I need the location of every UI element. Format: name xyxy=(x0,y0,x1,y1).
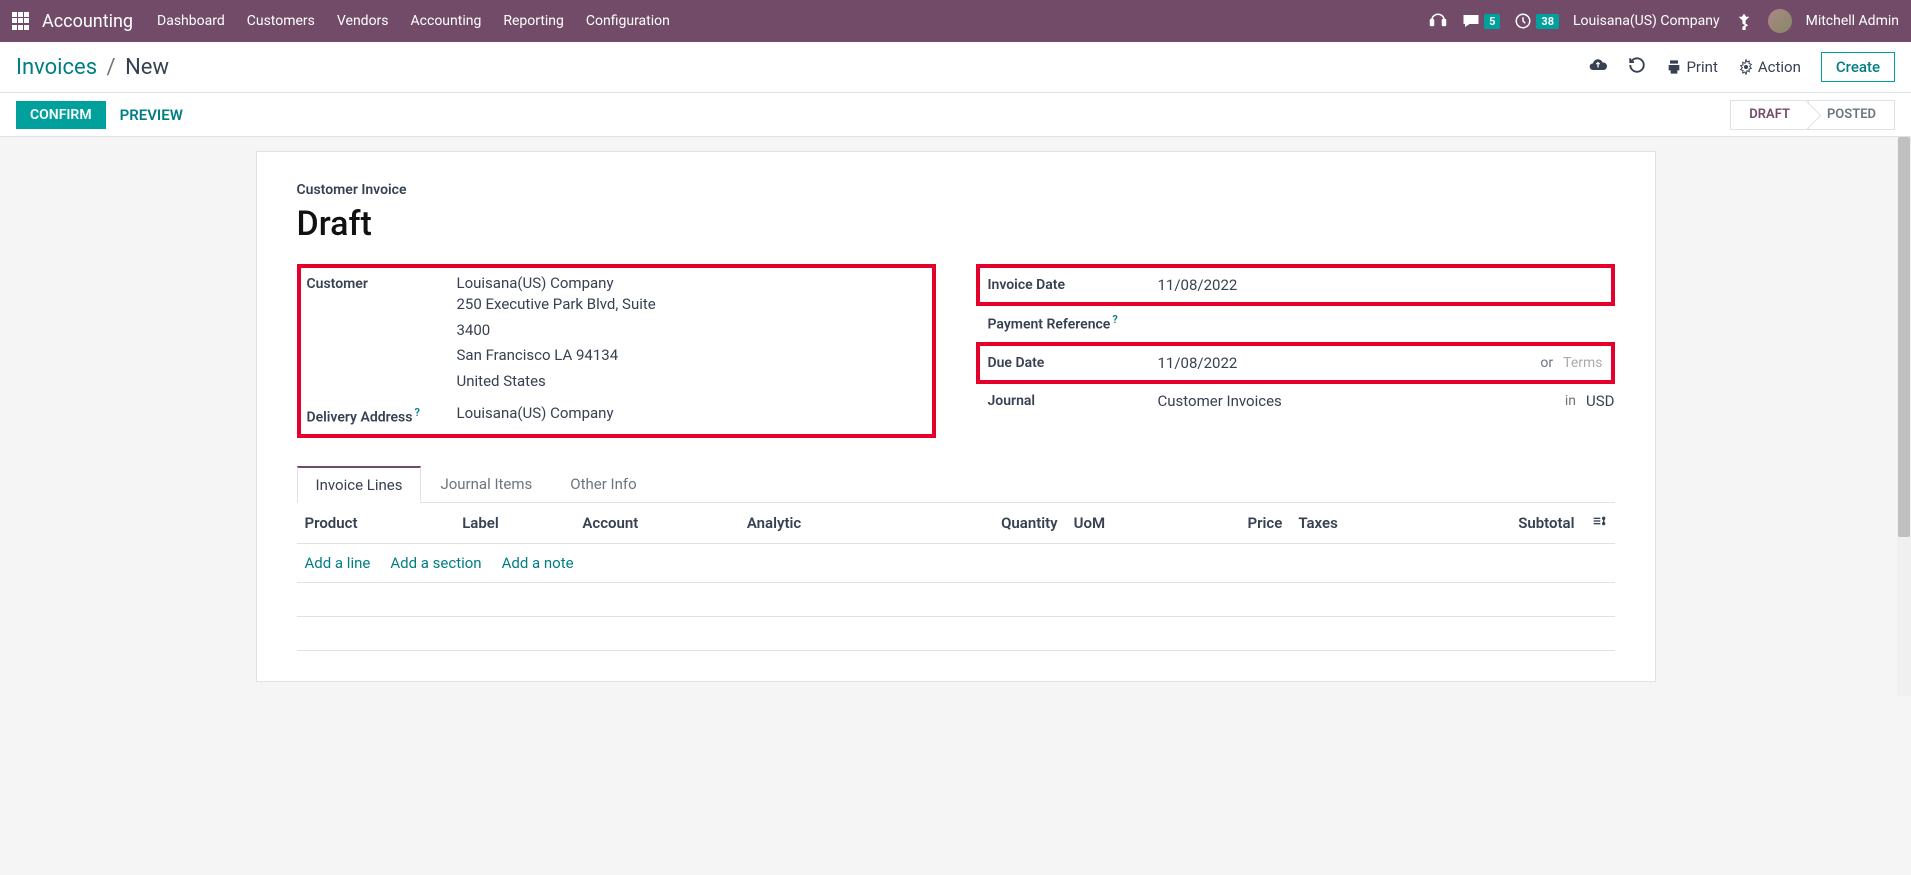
highlight-due-date: Due Date 11/08/2022 or Terms xyxy=(976,342,1615,384)
delivery-label: Delivery Address? xyxy=(307,404,457,426)
delivery-value[interactable]: Louisana(US) Company xyxy=(457,404,614,426)
cloud-upload-icon[interactable] xyxy=(1588,55,1608,79)
nav-reporting[interactable]: Reporting xyxy=(503,13,564,29)
vertical-scrollbar[interactable] xyxy=(1897,137,1911,696)
col-product[interactable]: Product xyxy=(297,503,455,544)
nav-dashboard[interactable]: Dashboard xyxy=(157,13,225,29)
help-icon[interactable]: ? xyxy=(1112,313,1117,326)
empty-row xyxy=(297,616,1615,650)
activities-button[interactable]: 38 xyxy=(1514,12,1559,30)
in-text: in xyxy=(1565,393,1576,409)
payment-ref-label: Payment Reference? xyxy=(988,313,1158,333)
journal-label: Journal xyxy=(988,393,1158,409)
tabs: Invoice Lines Journal Items Other Info xyxy=(297,466,1615,503)
col-price[interactable]: Price xyxy=(1174,503,1290,544)
statusbar: CONFIRM PREVIEW DRAFT POSTED xyxy=(0,93,1911,137)
nav-configuration[interactable]: Configuration xyxy=(586,13,670,29)
create-button[interactable]: Create xyxy=(1821,52,1895,82)
nav-vendors[interactable]: Vendors xyxy=(337,13,389,29)
discard-icon[interactable] xyxy=(1628,56,1646,78)
col-taxes[interactable]: Taxes xyxy=(1290,503,1417,544)
invoice-date-value[interactable]: 11/08/2022 xyxy=(1158,276,1238,294)
currency-value[interactable]: USD xyxy=(1586,392,1614,410)
tab-journal-items[interactable]: Journal Items xyxy=(421,466,551,503)
preview-button[interactable]: PREVIEW xyxy=(120,106,183,124)
main-navbar: Accounting Dashboard Customers Vendors A… xyxy=(0,0,1911,42)
or-text: or xyxy=(1540,355,1553,371)
control-panel: Invoices / New Print Action Create xyxy=(0,42,1911,93)
highlight-customer-block: Customer Louisana(US) Company 250 Execut… xyxy=(297,264,936,438)
highlight-invoice-date: Invoice Date 11/08/2022 xyxy=(976,264,1615,306)
voip-icon[interactable] xyxy=(1428,11,1448,31)
col-quantity[interactable]: Quantity xyxy=(900,503,1066,544)
col-analytic[interactable]: Analytic xyxy=(739,503,900,544)
customer-name[interactable]: Louisana(US) Company xyxy=(457,274,656,292)
journal-value[interactable]: Customer Invoices xyxy=(1158,392,1282,410)
breadcrumb-parent[interactable]: Invoices xyxy=(16,55,97,80)
form-view: Customer Invoice Draft Customer Louisana… xyxy=(0,137,1911,696)
col-label[interactable]: Label xyxy=(454,503,574,544)
help-icon[interactable]: ? xyxy=(414,406,419,419)
form-subtitle: Customer Invoice xyxy=(297,182,1615,198)
col-account[interactable]: Account xyxy=(574,503,738,544)
customer-addr-line4: United States xyxy=(457,369,656,395)
due-date-label: Due Date xyxy=(988,355,1158,371)
invoice-lines-table: Product Label Account Analytic Quantity … xyxy=(297,503,1615,651)
empty-row xyxy=(297,582,1615,616)
messaging-button[interactable]: 5 xyxy=(1462,12,1500,30)
nav-accounting[interactable]: Accounting xyxy=(411,13,482,29)
form-title: Draft xyxy=(297,204,1615,244)
col-subtotal[interactable]: Subtotal xyxy=(1417,503,1582,544)
due-date-value[interactable]: 11/08/2022 xyxy=(1158,354,1238,372)
add-line-link[interactable]: Add a line xyxy=(305,554,371,572)
user-avatar[interactable] xyxy=(1768,9,1792,33)
optional-columns-icon[interactable] xyxy=(1591,515,1607,533)
company-switcher[interactable]: Louisana(US) Company xyxy=(1573,13,1720,29)
print-button[interactable]: Print xyxy=(1666,58,1717,76)
user-name[interactable]: Mitchell Admin xyxy=(1806,13,1899,29)
tab-other-info[interactable]: Other Info xyxy=(551,466,655,503)
scroll-thumb[interactable] xyxy=(1898,137,1910,537)
status-draft[interactable]: DRAFT xyxy=(1730,100,1809,130)
messaging-badge: 5 xyxy=(1484,14,1500,29)
customer-label: Customer xyxy=(307,274,457,394)
app-brand[interactable]: Accounting xyxy=(42,11,133,32)
add-section-link[interactable]: Add a section xyxy=(390,554,481,572)
col-uom[interactable]: UoM xyxy=(1066,503,1175,544)
add-row: Add a line Add a section Add a note xyxy=(297,543,1615,582)
activities-badge: 38 xyxy=(1536,14,1559,29)
debug-icon[interactable] xyxy=(1734,11,1754,31)
tab-invoice-lines[interactable]: Invoice Lines xyxy=(297,466,422,503)
breadcrumb-current: New xyxy=(125,55,169,80)
breadcrumb: Invoices / New xyxy=(16,55,169,80)
invoice-date-label: Invoice Date xyxy=(988,277,1158,293)
nav-customers[interactable]: Customers xyxy=(247,13,315,29)
status-posted[interactable]: POSTED xyxy=(1809,100,1895,130)
customer-addr-line3: San Francisco LA 94134 xyxy=(457,343,656,369)
terms-field[interactable]: Terms xyxy=(1563,355,1602,371)
apps-switcher-icon[interactable] xyxy=(12,12,30,30)
customer-addr-line1: 250 Executive Park Blvd, Suite xyxy=(457,292,656,318)
confirm-button[interactable]: CONFIRM xyxy=(16,101,106,129)
customer-addr-line2: 3400 xyxy=(457,318,656,344)
add-note-link[interactable]: Add a note xyxy=(502,554,574,572)
form-sheet: Customer Invoice Draft Customer Louisana… xyxy=(256,151,1656,682)
action-button[interactable]: Action xyxy=(1738,58,1801,76)
